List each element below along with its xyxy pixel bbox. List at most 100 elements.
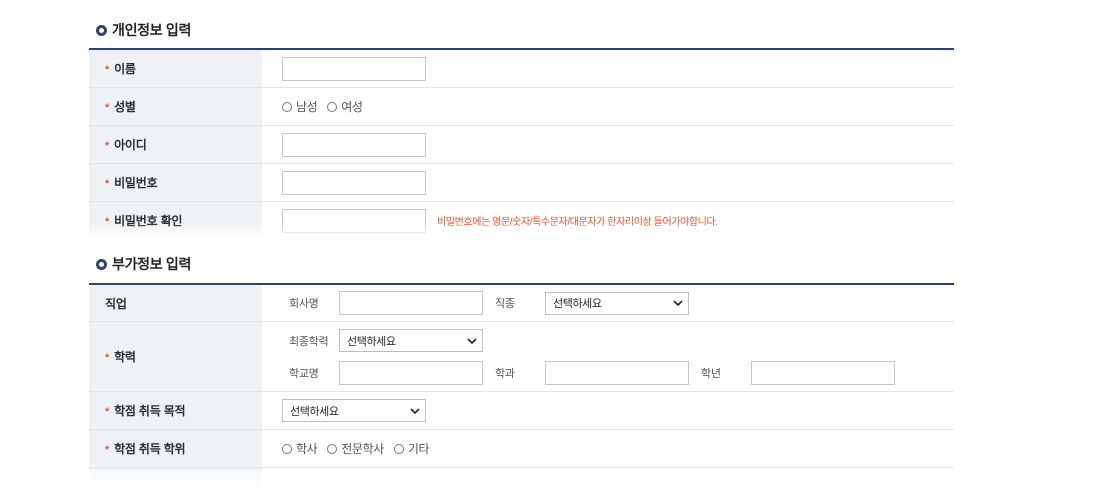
value-cell: 남성 여성 xyxy=(262,88,954,125)
radio-option-other[interactable]: 기타 xyxy=(393,440,430,457)
company-input[interactable] xyxy=(339,291,483,315)
radio-button[interactable] xyxy=(282,443,292,454)
label-cell: * 비밀번호 xyxy=(89,164,262,201)
radio-button[interactable] xyxy=(282,101,292,112)
value-cell xyxy=(262,468,954,499)
final-degree-select[interactable]: 선택하세요 xyxy=(339,329,483,352)
field-label-user-id: 아이디 xyxy=(114,138,147,152)
label-cell: * 아이디 xyxy=(89,126,262,163)
row-name: * 이름 xyxy=(89,50,954,88)
row-job: 직업 회사명 직종 선택하세요 xyxy=(89,285,954,322)
circle-bullet-icon xyxy=(96,24,107,36)
select-value: 선택하세요 xyxy=(290,405,339,418)
field-label-password: 비밀번호 xyxy=(114,176,158,190)
value-cell: 비밀번호에는 영문/숫자/특수문자/대문자가 한자리이상 들어가야합니다. xyxy=(262,202,954,239)
password-input[interactable] xyxy=(282,170,426,195)
label-cell: * 비밀번호 확인 xyxy=(89,202,262,239)
chevron-down-icon xyxy=(673,300,683,306)
radio-label: 여성 xyxy=(341,100,363,114)
final-degree-group: 최종학력 선택하세요 xyxy=(289,329,483,352)
value-cell: 최종학력 선택하세요 학교명 학과 학년 xyxy=(262,322,954,391)
section-title-additional: 부가정보 입력 xyxy=(96,254,191,274)
major-label: 학과 xyxy=(495,367,515,380)
field-label-password-confirm: 비밀번호 확인 xyxy=(114,214,183,228)
user-id-input[interactable] xyxy=(282,132,426,157)
section-title-personal: 개인정보 입력 xyxy=(96,20,191,40)
gender-radio-group: 남성 여성 xyxy=(282,98,373,115)
row-password-confirm: * 비밀번호 확인 비밀번호에는 영문/숫자/특수문자/대문자가 한자리이상 들… xyxy=(89,202,954,240)
field-label-gender: 성별 xyxy=(114,100,136,114)
label-cell xyxy=(89,468,262,499)
required-mark: * xyxy=(105,177,110,190)
circle-bullet-icon xyxy=(96,258,107,270)
radio-option-male[interactable]: 남성 xyxy=(282,98,318,115)
credit-degree-radio-group: 학사 전문학사 기타 xyxy=(282,440,439,457)
radio-label: 학사 xyxy=(296,442,318,456)
field-label-job: 직업 xyxy=(105,296,127,311)
radio-button[interactable] xyxy=(327,101,338,112)
credit-purpose-select[interactable]: 선택하세요 xyxy=(282,399,426,422)
job-type-select[interactable]: 선택하세요 xyxy=(545,291,689,315)
chevron-down-icon xyxy=(410,407,420,414)
label-cell: * 성별 xyxy=(89,88,262,125)
required-mark: * xyxy=(105,63,110,76)
education-line-2: 학교명 학과 학년 xyxy=(289,360,907,385)
row-gender: * 성별 남성 여성 xyxy=(89,88,954,126)
value-cell: 회사명 직종 선택하세요 xyxy=(262,285,954,321)
radio-label: 남성 xyxy=(296,100,318,114)
value-cell: 선택하세요 xyxy=(262,392,954,429)
grade-input[interactable] xyxy=(751,360,895,385)
required-mark: * xyxy=(105,405,110,418)
radio-label: 전문학사 xyxy=(341,442,384,456)
password-confirm-input[interactable] xyxy=(282,208,426,233)
education-line-1: 최종학력 선택하세요 xyxy=(289,329,495,353)
faded-row xyxy=(89,468,954,500)
radio-button[interactable] xyxy=(393,443,404,454)
value-cell xyxy=(262,126,954,163)
school-group: 학교명 xyxy=(289,360,483,385)
radio-option-female[interactable]: 여성 xyxy=(327,98,363,115)
additional-info-table: 직업 회사명 직종 선택하세요 * 학력 최종학력 선택하세요 학교명 학과 학… xyxy=(89,283,954,500)
name-input[interactable] xyxy=(282,56,426,81)
job-type-label: 직종 xyxy=(495,298,515,310)
row-user-id: * 아이디 xyxy=(89,126,954,164)
major-input[interactable] xyxy=(545,360,689,385)
major-group: 학과 xyxy=(495,360,689,385)
field-label-credit-degree: 학점 취득 학위 xyxy=(114,442,186,456)
label-cell: * 이름 xyxy=(89,50,262,87)
select-value: 선택하세요 xyxy=(347,335,396,348)
required-mark: * xyxy=(105,443,110,456)
company-label: 회사명 xyxy=(289,298,319,310)
label-cell: * 학점 취득 목적 xyxy=(89,392,262,429)
radio-label: 기타 xyxy=(407,442,430,456)
password-hint: 비밀번호에는 영문/숫자/특수문자/대문자가 한자리이상 들어가야합니다. xyxy=(437,217,718,228)
final-degree-label: 최종학력 xyxy=(289,335,329,348)
school-input[interactable] xyxy=(339,360,483,385)
field-label-credit-purpose: 학점 취득 목적 xyxy=(114,404,186,418)
radio-option-associate[interactable]: 전문학사 xyxy=(327,440,384,457)
required-mark: * xyxy=(105,101,110,114)
field-label-education: 학력 xyxy=(114,350,136,364)
row-credit-purpose: * 학점 취득 목적 선택하세요 xyxy=(89,392,954,430)
radio-option-bachelor[interactable]: 학사 xyxy=(282,440,318,457)
company-group: 회사명 xyxy=(289,291,483,315)
required-mark: * xyxy=(105,139,110,152)
row-credit-degree: * 학점 취득 학위 학사 전문학사 기타 xyxy=(89,430,954,468)
personal-info-table: * 이름 * 성별 남성 여성 * 아이디 * 비밀번호 * 비밀번호 확인 비… xyxy=(89,48,954,240)
chevron-down-icon xyxy=(467,337,477,344)
row-education: * 학력 최종학력 선택하세요 학교명 학과 학년 xyxy=(89,322,954,392)
value-cell xyxy=(262,50,954,87)
field-label-name: 이름 xyxy=(114,62,136,76)
radio-button[interactable] xyxy=(327,443,338,454)
value-cell: 학사 전문학사 기타 xyxy=(262,430,954,467)
job-type-group: 직종 선택하세요 xyxy=(495,291,689,315)
grade-label: 학년 xyxy=(701,367,721,380)
section-title-text: 부가정보 입력 xyxy=(112,256,192,272)
value-cell xyxy=(262,164,954,201)
row-password: * 비밀번호 xyxy=(89,164,954,202)
section-title-text: 개인정보 입력 xyxy=(112,22,192,38)
required-mark: * xyxy=(105,215,110,228)
select-value: 선택하세요 xyxy=(553,298,602,310)
label-cell: * 학점 취득 학위 xyxy=(89,430,262,467)
label-cell: 직업 xyxy=(89,285,262,321)
